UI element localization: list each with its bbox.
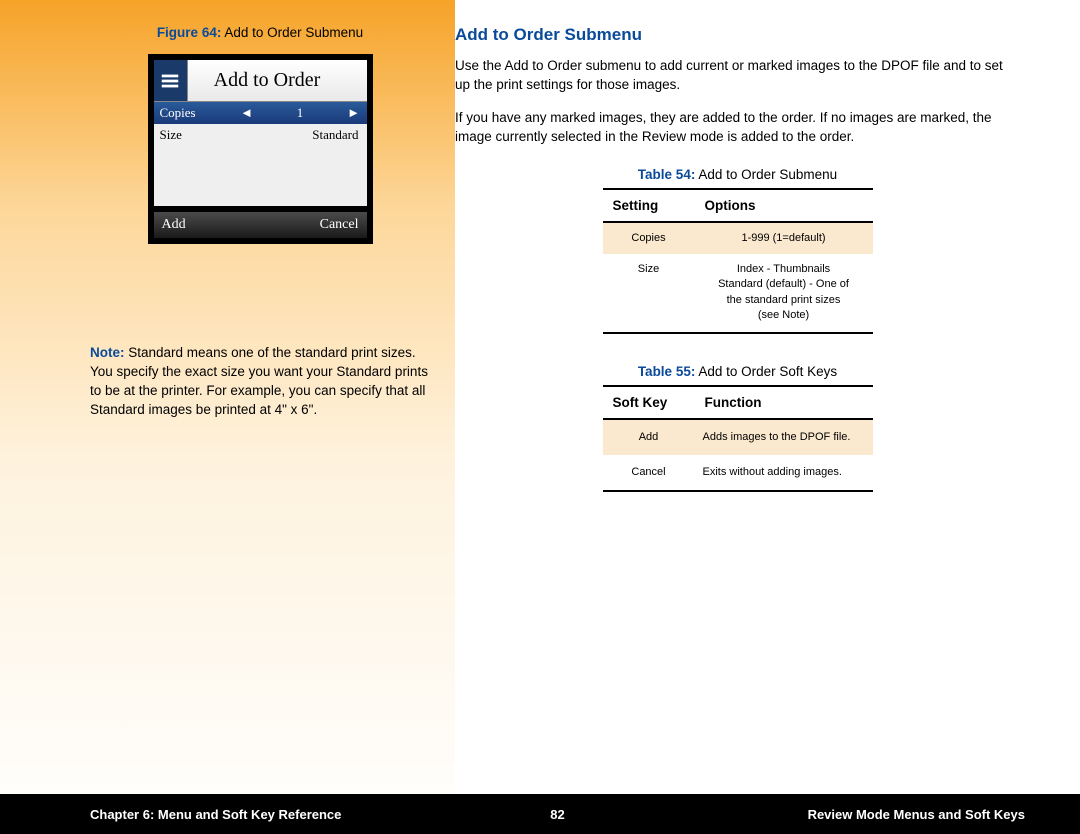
table54-h1: Setting [603, 189, 695, 222]
menu-icon [154, 60, 188, 101]
table55-h2: Function [695, 386, 873, 419]
figure-caption: Figure 64: Add to Order Submenu [90, 25, 430, 40]
table54-h2: Options [695, 189, 873, 222]
table-row: Size Index - Thumbnails Standard (defaul… [603, 254, 873, 333]
page-footer: Chapter 6: Menu and Soft Key Reference 8… [0, 794, 1080, 834]
footer-left: Chapter 6: Menu and Soft Key Reference [0, 807, 528, 822]
lcd-row-size: Size Standard [154, 124, 367, 146]
figure-title: Add to Order Submenu [224, 25, 363, 40]
table54-caption: Table 54: Add to Order Submenu [455, 167, 1020, 182]
right-column: Add to Order Submenu Use the Add to Orde… [455, 0, 1080, 834]
figure-label: Figure 64: [157, 25, 222, 40]
table55-caption: Table 55: Add to Order Soft Keys [455, 364, 1020, 379]
footer-right: Review Mode Menus and Soft Keys [588, 807, 1080, 822]
lcd-add-button: Add [162, 217, 186, 233]
arrow-right-icon: ► [347, 105, 361, 121]
note-text: Standard means one of the standard print… [90, 345, 428, 417]
table55: Soft Key Function Add Adds images to the… [603, 385, 873, 493]
table-row: Cancel Exits without adding images. [603, 455, 873, 491]
lcd-row-copies: Copies ◄ 1 ► [154, 102, 367, 124]
table-row: Add Adds images to the DPOF file. [603, 419, 873, 455]
note-label: Note: [90, 345, 125, 360]
table55-h1: Soft Key [603, 386, 695, 419]
arrow-left-icon: ◄ [240, 105, 254, 121]
table54: Setting Options Copies 1-999 (1=default)… [603, 188, 873, 334]
para2: If you have any marked images, they are … [455, 109, 1020, 147]
lcd-cancel-button: Cancel [320, 217, 359, 233]
note-block: Note: Standard means one of the standard… [90, 344, 430, 420]
left-column: Figure 64: Add to Order Submenu Add to O… [0, 0, 455, 834]
section-heading: Add to Order Submenu [455, 25, 1020, 45]
lcd-title: Add to Order [188, 69, 367, 92]
lcd-screenshot: Add to Order Copies ◄ 1 ► Size Standard [148, 54, 373, 244]
para1: Use the Add to Order submenu to add curr… [455, 57, 1020, 95]
page-number: 82 [528, 807, 588, 822]
table-row: Copies 1-999 (1=default) [603, 222, 873, 254]
